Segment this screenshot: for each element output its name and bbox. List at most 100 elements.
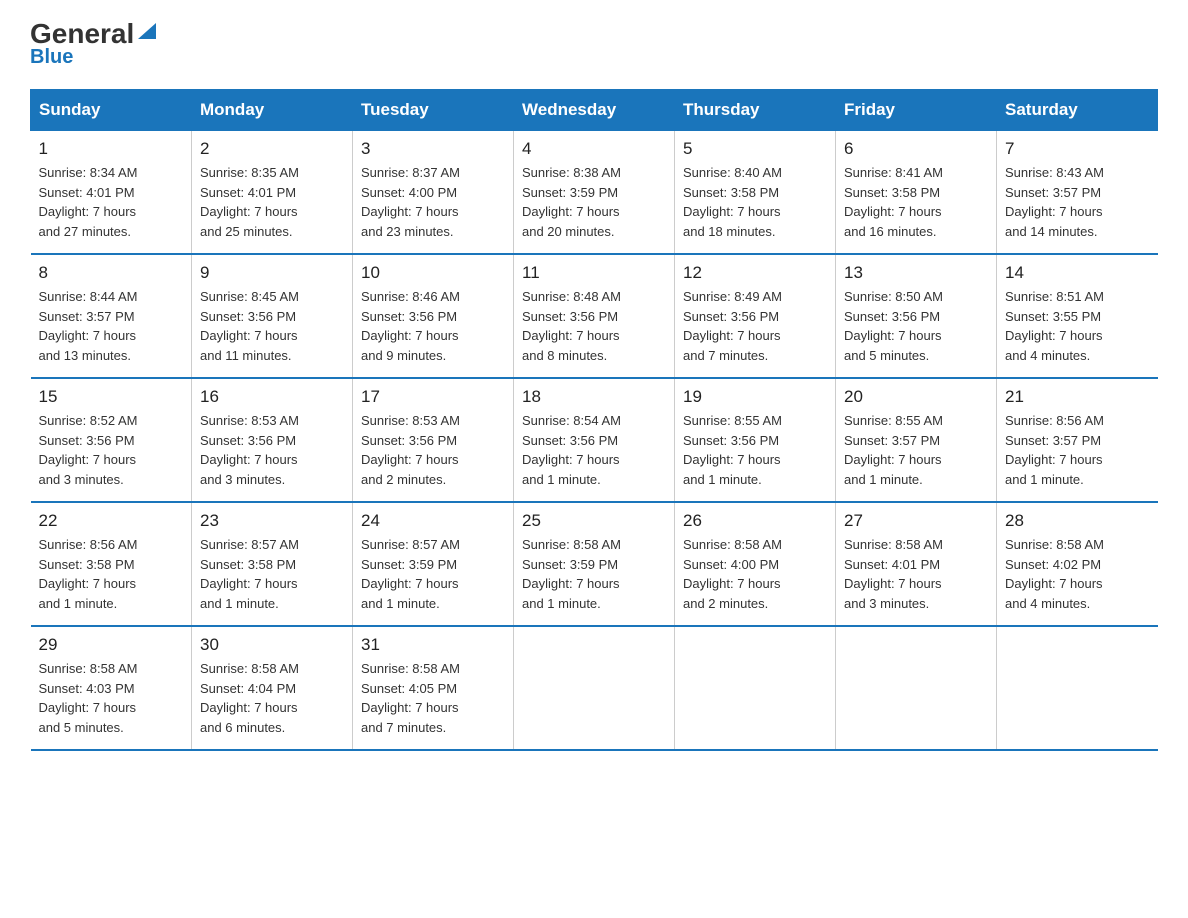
day-info: Sunrise: 8:58 AMSunset: 4:02 PMDaylight:…: [1005, 537, 1104, 611]
day-info: Sunrise: 8:58 AMSunset: 4:04 PMDaylight:…: [200, 661, 299, 735]
calendar-cell: 4 Sunrise: 8:38 AMSunset: 3:59 PMDayligh…: [514, 131, 675, 255]
calendar-cell: [514, 626, 675, 750]
day-number: 12: [683, 263, 827, 283]
day-number: 1: [39, 139, 184, 159]
calendar-cell: 20 Sunrise: 8:55 AMSunset: 3:57 PMDaylig…: [836, 378, 997, 502]
calendar-cell: 12 Sunrise: 8:49 AMSunset: 3:56 PMDaylig…: [675, 254, 836, 378]
calendar-cell: 16 Sunrise: 8:53 AMSunset: 3:56 PMDaylig…: [192, 378, 353, 502]
calendar-cell: 28 Sunrise: 8:58 AMSunset: 4:02 PMDaylig…: [997, 502, 1158, 626]
header-thursday: Thursday: [675, 90, 836, 131]
day-number: 10: [361, 263, 505, 283]
day-info: Sunrise: 8:57 AMSunset: 3:58 PMDaylight:…: [200, 537, 299, 611]
day-number: 6: [844, 139, 988, 159]
day-number: 24: [361, 511, 505, 531]
day-info: Sunrise: 8:51 AMSunset: 3:55 PMDaylight:…: [1005, 289, 1104, 363]
day-info: Sunrise: 8:40 AMSunset: 3:58 PMDaylight:…: [683, 165, 782, 239]
calendar-cell: 15 Sunrise: 8:52 AMSunset: 3:56 PMDaylig…: [31, 378, 192, 502]
header-wednesday: Wednesday: [514, 90, 675, 131]
calendar-cell: 9 Sunrise: 8:45 AMSunset: 3:56 PMDayligh…: [192, 254, 353, 378]
header-tuesday: Tuesday: [353, 90, 514, 131]
day-number: 17: [361, 387, 505, 407]
day-number: 8: [39, 263, 184, 283]
day-number: 4: [522, 139, 666, 159]
day-info: Sunrise: 8:41 AMSunset: 3:58 PMDaylight:…: [844, 165, 943, 239]
day-number: 21: [1005, 387, 1150, 407]
day-number: 23: [200, 511, 344, 531]
day-number: 29: [39, 635, 184, 655]
day-info: Sunrise: 8:38 AMSunset: 3:59 PMDaylight:…: [522, 165, 621, 239]
day-info: Sunrise: 8:37 AMSunset: 4:00 PMDaylight:…: [361, 165, 460, 239]
day-number: 9: [200, 263, 344, 283]
day-number: 5: [683, 139, 827, 159]
calendar-cell: 13 Sunrise: 8:50 AMSunset: 3:56 PMDaylig…: [836, 254, 997, 378]
logo: General Blue: [30, 20, 158, 69]
calendar-cell: 19 Sunrise: 8:55 AMSunset: 3:56 PMDaylig…: [675, 378, 836, 502]
calendar-cell: 25 Sunrise: 8:58 AMSunset: 3:59 PMDaylig…: [514, 502, 675, 626]
calendar-cell: 29 Sunrise: 8:58 AMSunset: 4:03 PMDaylig…: [31, 626, 192, 750]
calendar-cell: 31 Sunrise: 8:58 AMSunset: 4:05 PMDaylig…: [353, 626, 514, 750]
header-sunday: Sunday: [31, 90, 192, 131]
week-row-4: 22 Sunrise: 8:56 AMSunset: 3:58 PMDaylig…: [31, 502, 1158, 626]
calendar-cell: 3 Sunrise: 8:37 AMSunset: 4:00 PMDayligh…: [353, 131, 514, 255]
day-info: Sunrise: 8:55 AMSunset: 3:56 PMDaylight:…: [683, 413, 782, 487]
day-info: Sunrise: 8:58 AMSunset: 4:01 PMDaylight:…: [844, 537, 943, 611]
calendar-cell: 23 Sunrise: 8:57 AMSunset: 3:58 PMDaylig…: [192, 502, 353, 626]
day-number: 27: [844, 511, 988, 531]
calendar-cell: 17 Sunrise: 8:53 AMSunset: 3:56 PMDaylig…: [353, 378, 514, 502]
calendar-cell: 30 Sunrise: 8:58 AMSunset: 4:04 PMDaylig…: [192, 626, 353, 750]
day-info: Sunrise: 8:56 AMSunset: 3:58 PMDaylight:…: [39, 537, 138, 611]
day-info: Sunrise: 8:53 AMSunset: 3:56 PMDaylight:…: [361, 413, 460, 487]
calendar-cell: 11 Sunrise: 8:48 AMSunset: 3:56 PMDaylig…: [514, 254, 675, 378]
calendar-cell: 21 Sunrise: 8:56 AMSunset: 3:57 PMDaylig…: [997, 378, 1158, 502]
calendar-cell: [997, 626, 1158, 750]
day-info: Sunrise: 8:52 AMSunset: 3:56 PMDaylight:…: [39, 413, 138, 487]
day-number: 28: [1005, 511, 1150, 531]
day-info: Sunrise: 8:56 AMSunset: 3:57 PMDaylight:…: [1005, 413, 1104, 487]
day-info: Sunrise: 8:45 AMSunset: 3:56 PMDaylight:…: [200, 289, 299, 363]
calendar-cell: 22 Sunrise: 8:56 AMSunset: 3:58 PMDaylig…: [31, 502, 192, 626]
calendar-cell: 2 Sunrise: 8:35 AMSunset: 4:01 PMDayligh…: [192, 131, 353, 255]
calendar-cell: [836, 626, 997, 750]
day-info: Sunrise: 8:43 AMSunset: 3:57 PMDaylight:…: [1005, 165, 1104, 239]
header-saturday: Saturday: [997, 90, 1158, 131]
calendar-cell: 24 Sunrise: 8:57 AMSunset: 3:59 PMDaylig…: [353, 502, 514, 626]
calendar-cell: 27 Sunrise: 8:58 AMSunset: 4:01 PMDaylig…: [836, 502, 997, 626]
calendar-header-row: SundayMondayTuesdayWednesdayThursdayFrid…: [31, 90, 1158, 131]
logo-blue: Blue: [30, 46, 73, 69]
day-info: Sunrise: 8:48 AMSunset: 3:56 PMDaylight:…: [522, 289, 621, 363]
week-row-2: 8 Sunrise: 8:44 AMSunset: 3:57 PMDayligh…: [31, 254, 1158, 378]
day-number: 13: [844, 263, 988, 283]
header-friday: Friday: [836, 90, 997, 131]
calendar-table: SundayMondayTuesdayWednesdayThursdayFrid…: [30, 89, 1158, 751]
header-monday: Monday: [192, 90, 353, 131]
day-number: 19: [683, 387, 827, 407]
day-info: Sunrise: 8:49 AMSunset: 3:56 PMDaylight:…: [683, 289, 782, 363]
day-number: 16: [200, 387, 344, 407]
week-row-3: 15 Sunrise: 8:52 AMSunset: 3:56 PMDaylig…: [31, 378, 1158, 502]
day-number: 3: [361, 139, 505, 159]
week-row-5: 29 Sunrise: 8:58 AMSunset: 4:03 PMDaylig…: [31, 626, 1158, 750]
calendar-cell: 26 Sunrise: 8:58 AMSunset: 4:00 PMDaylig…: [675, 502, 836, 626]
day-info: Sunrise: 8:55 AMSunset: 3:57 PMDaylight:…: [844, 413, 943, 487]
calendar-cell: 5 Sunrise: 8:40 AMSunset: 3:58 PMDayligh…: [675, 131, 836, 255]
day-info: Sunrise: 8:57 AMSunset: 3:59 PMDaylight:…: [361, 537, 460, 611]
calendar-cell: 1 Sunrise: 8:34 AMSunset: 4:01 PMDayligh…: [31, 131, 192, 255]
week-row-1: 1 Sunrise: 8:34 AMSunset: 4:01 PMDayligh…: [31, 131, 1158, 255]
day-number: 11: [522, 263, 666, 283]
day-number: 20: [844, 387, 988, 407]
day-number: 2: [200, 139, 344, 159]
day-info: Sunrise: 8:58 AMSunset: 3:59 PMDaylight:…: [522, 537, 621, 611]
page-header: General Blue: [30, 20, 1158, 69]
day-number: 31: [361, 635, 505, 655]
calendar-cell: 6 Sunrise: 8:41 AMSunset: 3:58 PMDayligh…: [836, 131, 997, 255]
day-info: Sunrise: 8:58 AMSunset: 4:00 PMDaylight:…: [683, 537, 782, 611]
calendar-cell: 14 Sunrise: 8:51 AMSunset: 3:55 PMDaylig…: [997, 254, 1158, 378]
logo-general: General: [30, 20, 134, 48]
day-number: 25: [522, 511, 666, 531]
day-info: Sunrise: 8:58 AMSunset: 4:03 PMDaylight:…: [39, 661, 138, 735]
calendar-cell: 7 Sunrise: 8:43 AMSunset: 3:57 PMDayligh…: [997, 131, 1158, 255]
day-info: Sunrise: 8:50 AMSunset: 3:56 PMDaylight:…: [844, 289, 943, 363]
calendar-cell: [675, 626, 836, 750]
day-info: Sunrise: 8:35 AMSunset: 4:01 PMDaylight:…: [200, 165, 299, 239]
day-info: Sunrise: 8:34 AMSunset: 4:01 PMDaylight:…: [39, 165, 138, 239]
